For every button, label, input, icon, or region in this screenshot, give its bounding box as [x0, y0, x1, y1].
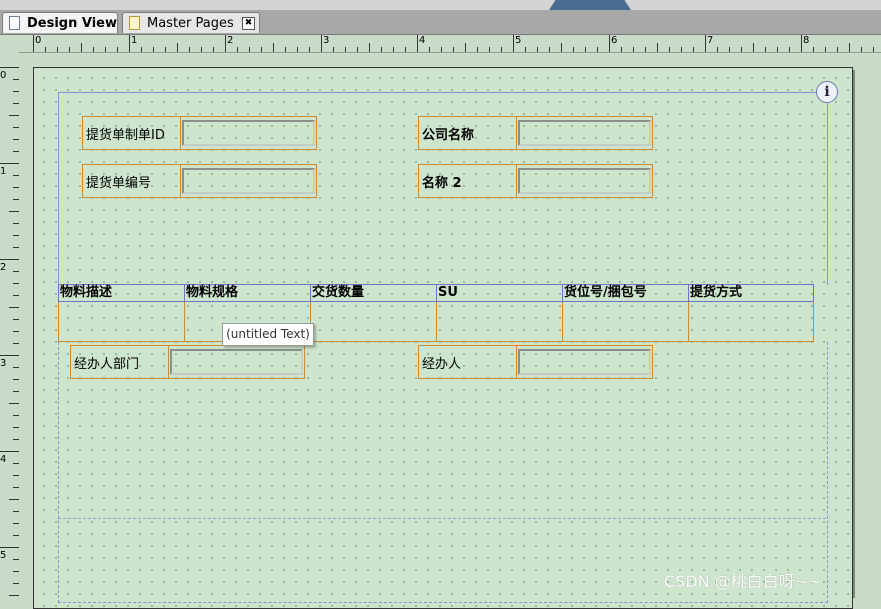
tab-label: Design View: [27, 15, 118, 31]
column-header[interactable]: 物料规格: [184, 284, 310, 302]
table-cell[interactable]: [688, 302, 814, 342]
value-box[interactable]: [518, 168, 651, 194]
ruler-number: 1: [0, 166, 7, 177]
table-cell[interactable]: [310, 302, 436, 342]
ruler-number: 1: [131, 35, 138, 46]
value-box[interactable]: [182, 120, 315, 146]
field-company-name[interactable]: 公司名称: [418, 116, 653, 150]
tab-bar: Design View Master Pages ✖: [0, 10, 881, 35]
ruler-number: 6: [611, 35, 618, 46]
watermark: CSDN @桃白白呀~~: [664, 572, 822, 591]
field-label: 名称 2: [419, 165, 517, 197]
ruler-number: 2: [227, 35, 234, 46]
field-handler[interactable]: 经办人: [418, 345, 653, 379]
ruler-number: 5: [515, 35, 522, 46]
table-cell[interactable]: [436, 302, 562, 342]
horizontal-ruler: 0 1 2 3 4 5 6 7 8: [0, 35, 881, 53]
close-icon[interactable]: ✖: [242, 17, 255, 30]
page-icon: [129, 16, 140, 30]
value-box[interactable]: [182, 168, 315, 194]
ruler-ticks: [0, 67, 19, 596]
ruler-number: 3: [0, 358, 7, 369]
field-delivery-id[interactable]: 提货单制单ID: [82, 116, 317, 150]
column-header[interactable]: SU: [436, 284, 562, 302]
table-cell[interactable]: [58, 302, 184, 342]
table-cell[interactable]: [562, 302, 688, 342]
vertical-ruler: 0 1 2 3 4 5: [0, 52, 20, 598]
tab-master-pages[interactable]: Master Pages ✖: [122, 12, 260, 33]
field-handler-department[interactable]: 经办人部门: [70, 345, 305, 379]
field-label: 提货单编号: [83, 165, 181, 197]
column-header[interactable]: 货位号/捆包号: [562, 284, 688, 302]
tab-design-view[interactable]: Design View: [2, 12, 118, 33]
body-band[interactable]: [58, 342, 828, 603]
tab-label: Master Pages: [147, 15, 234, 31]
field-delivery-number[interactable]: 提货单编号: [82, 164, 317, 198]
field-label: 提货单制单ID: [83, 117, 181, 149]
value-box[interactable]: [170, 349, 303, 375]
ruler-number: 5: [0, 550, 7, 561]
ruler-number: 0: [0, 70, 7, 81]
field-label: 经办人部门: [71, 346, 169, 378]
field-name-2[interactable]: 名称 2: [418, 164, 653, 198]
ruler-number: 4: [419, 35, 426, 46]
ruler-number: 8: [803, 35, 810, 46]
top-strip: [0, 0, 881, 10]
detail-table[interactable]: 物料描述 物料规格 交货数量 SU 货位号/捆包号 提货方式: [58, 284, 814, 342]
page-icon: [9, 16, 20, 30]
field-label: 公司名称: [419, 117, 517, 149]
ruler-number: 3: [323, 35, 330, 46]
ruler-number: 7: [707, 35, 714, 46]
column-header[interactable]: 物料描述: [58, 284, 184, 302]
ruler-number: 0: [35, 35, 42, 46]
info-icon[interactable]: i: [816, 81, 838, 103]
window-notch: [549, 0, 631, 10]
tooltip: (untitled Text): [222, 323, 314, 346]
value-box[interactable]: [518, 120, 651, 146]
value-box[interactable]: [518, 349, 651, 375]
field-label: 经办人: [419, 346, 517, 378]
column-header[interactable]: 提货方式: [688, 284, 814, 302]
column-header[interactable]: 交货数量: [310, 284, 436, 302]
ruler-number: 4: [0, 454, 7, 465]
ruler-number: 2: [0, 262, 7, 273]
